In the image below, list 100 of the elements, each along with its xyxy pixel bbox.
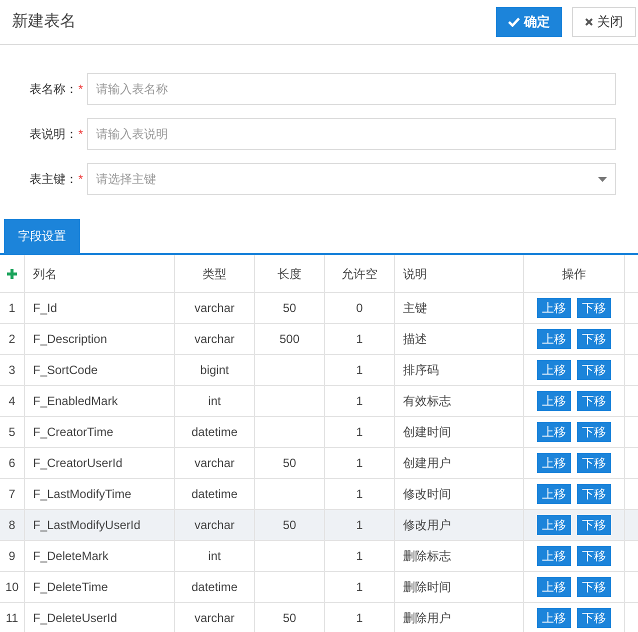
table-cell-text: 1 xyxy=(356,579,363,596)
table-row[interactable]: 9 F_DeleteMark int 1 删除标志 上移 下移 xyxy=(0,541,638,572)
table-cell-text: 50 xyxy=(282,517,296,534)
table-cell-text: F_Id xyxy=(33,300,58,317)
move-button[interactable]: 上移 xyxy=(537,577,571,597)
table-cell-text: F_DeleteUserId xyxy=(33,610,118,627)
row-number: 10 xyxy=(5,579,19,596)
move-button[interactable]: 下移 xyxy=(577,515,611,535)
table-row[interactable]: 5 F_CreatorTime datetime 1 创建时间 上移 下移 xyxy=(0,417,638,448)
text-input[interactable]: 请输入表名称 xyxy=(87,73,616,105)
table-cell-text: varchar xyxy=(194,300,234,317)
row-number: 1 xyxy=(8,300,16,317)
column-header: 长度 xyxy=(278,266,302,282)
table-cell-text: 1 xyxy=(356,424,363,441)
required-mark: * xyxy=(78,81,83,98)
table-cell-text: F_CreatorTime xyxy=(33,424,114,441)
row-number: 3 xyxy=(8,362,16,379)
row-number: 6 xyxy=(8,455,16,472)
table-cell-text: bigint xyxy=(200,362,229,379)
table-cell-text: 1 xyxy=(356,486,363,503)
table-cell-text: 描述 xyxy=(403,331,427,348)
table-row[interactable]: 8 F_LastModifyUserId varchar 50 1 修改用户 上移 下移 xyxy=(0,510,638,541)
table-cell-text: 50 xyxy=(282,610,296,627)
table-cell-text: int xyxy=(208,393,221,410)
confirm-button[interactable]: 确定 xyxy=(496,7,562,37)
row-number: 2 xyxy=(8,331,16,348)
move-button[interactable]: 上移 xyxy=(537,360,571,380)
table-cell-text: datetime xyxy=(191,579,238,596)
table-cell-text: F_DeleteTime xyxy=(33,579,108,596)
table-cell-text: int xyxy=(208,548,221,565)
table-row[interactable]: 2 F_Description varchar 500 1 描述 上移 下移 xyxy=(0,324,638,355)
table-cell-text: 500 xyxy=(279,331,300,348)
close-icon xyxy=(585,18,593,26)
row-number: 4 xyxy=(8,393,16,410)
row-number: 8 xyxy=(8,517,16,534)
table-cell-text: 有效标志 xyxy=(403,393,451,410)
column-header: 允许空 xyxy=(342,266,378,282)
row-number: 5 xyxy=(8,424,16,441)
field-label: 表名称： xyxy=(29,81,78,98)
required-mark: * xyxy=(78,126,83,143)
move-button[interactable]: 下移 xyxy=(577,422,611,442)
move-button[interactable]: 下移 xyxy=(577,298,611,318)
table-row[interactable]: 7 F_LastModifyTime datetime 1 修改时间 上移 下移 xyxy=(0,479,638,510)
table-cell-text: datetime xyxy=(191,486,238,503)
table-cell-text: 1 xyxy=(356,610,363,627)
table-cell-text: 50 xyxy=(282,300,296,317)
move-button[interactable]: 下移 xyxy=(577,484,611,504)
move-button[interactable]: 上移 xyxy=(537,422,571,442)
table-cell-text: 1 xyxy=(356,393,363,410)
table-row[interactable]: 6 F_CreatorUserId varchar 50 1 创建用户 上移 下移 xyxy=(0,448,638,479)
table-cell-text: 删除时间 xyxy=(403,579,451,596)
move-button[interactable]: 上移 xyxy=(537,453,571,473)
table-row[interactable]: 4 F_EnabledMark int 1 有效标志 上移 下移 xyxy=(0,386,638,417)
move-button[interactable]: 下移 xyxy=(577,608,611,628)
key-select[interactable]: 请选择主键 xyxy=(87,163,616,195)
table-cell-text: F_SortCode xyxy=(33,362,98,379)
table-cell-text: F_EnabledMark xyxy=(33,393,118,410)
move-button[interactable]: 上移 xyxy=(537,546,571,566)
text-input[interactable]: 请输入表说明 xyxy=(87,118,616,150)
table-cell-text: 1 xyxy=(356,331,363,348)
field-label: 表主键： xyxy=(29,171,78,188)
row-number: 11 xyxy=(6,610,18,627)
table-cell-text: 修改用户 xyxy=(403,517,451,534)
table-row[interactable]: 10 F_DeleteTime datetime 1 删除时间 上移 下移 xyxy=(0,572,638,603)
row-number: 9 xyxy=(8,548,16,565)
table-cell-text: datetime xyxy=(191,424,238,441)
table-cell-text: 修改时间 xyxy=(403,486,451,503)
move-button[interactable]: 上移 xyxy=(537,391,571,411)
table-cell-text: 1 xyxy=(356,548,363,565)
column-header: 列名 xyxy=(33,266,57,282)
table-cell-text: 0 xyxy=(356,300,363,317)
move-button[interactable]: 下移 xyxy=(577,453,611,473)
table-cell-text: 创建用户 xyxy=(403,455,451,472)
table-row[interactable]: 1 F_Id varchar 50 0 主键 上移 下移 xyxy=(0,293,638,324)
tab[interactable]: 字段设置 xyxy=(4,219,80,253)
table-cell-text: varchar xyxy=(194,517,234,534)
move-button[interactable]: 下移 xyxy=(577,391,611,411)
move-button[interactable]: 上移 xyxy=(537,515,571,535)
table-cell-text: 1 xyxy=(356,362,363,379)
move-button[interactable]: 下移 xyxy=(577,577,611,597)
move-button[interactable]: 上移 xyxy=(537,329,571,349)
move-button[interactable]: 上移 xyxy=(537,608,571,628)
table-cell-text: varchar xyxy=(194,610,234,627)
move-button[interactable]: 下移 xyxy=(577,360,611,380)
row-number: 7 xyxy=(8,486,16,503)
table-cell-text: 1 xyxy=(356,455,363,472)
close-button[interactable]: 关闭 xyxy=(572,7,636,37)
move-button[interactable]: 上移 xyxy=(537,298,571,318)
move-button[interactable]: 上移 xyxy=(537,484,571,504)
move-button[interactable]: 下移 xyxy=(577,546,611,566)
table-cell-text: F_LastModifyTime xyxy=(33,486,132,503)
column-header: 类型 xyxy=(202,266,226,282)
move-button[interactable]: 下移 xyxy=(577,329,611,349)
required-mark: * xyxy=(78,171,83,188)
table-row[interactable]: 3 F_SortCode bigint 1 排序码 上移 下移 xyxy=(0,355,638,386)
field-label: 表说明： xyxy=(29,126,78,143)
table-cell-text: 1 xyxy=(356,517,363,534)
table-cell-text: F_DeleteMark xyxy=(33,548,108,565)
add-icon[interactable] xyxy=(7,268,17,278)
table-cell-text: F_CreatorUserId xyxy=(33,455,122,472)
